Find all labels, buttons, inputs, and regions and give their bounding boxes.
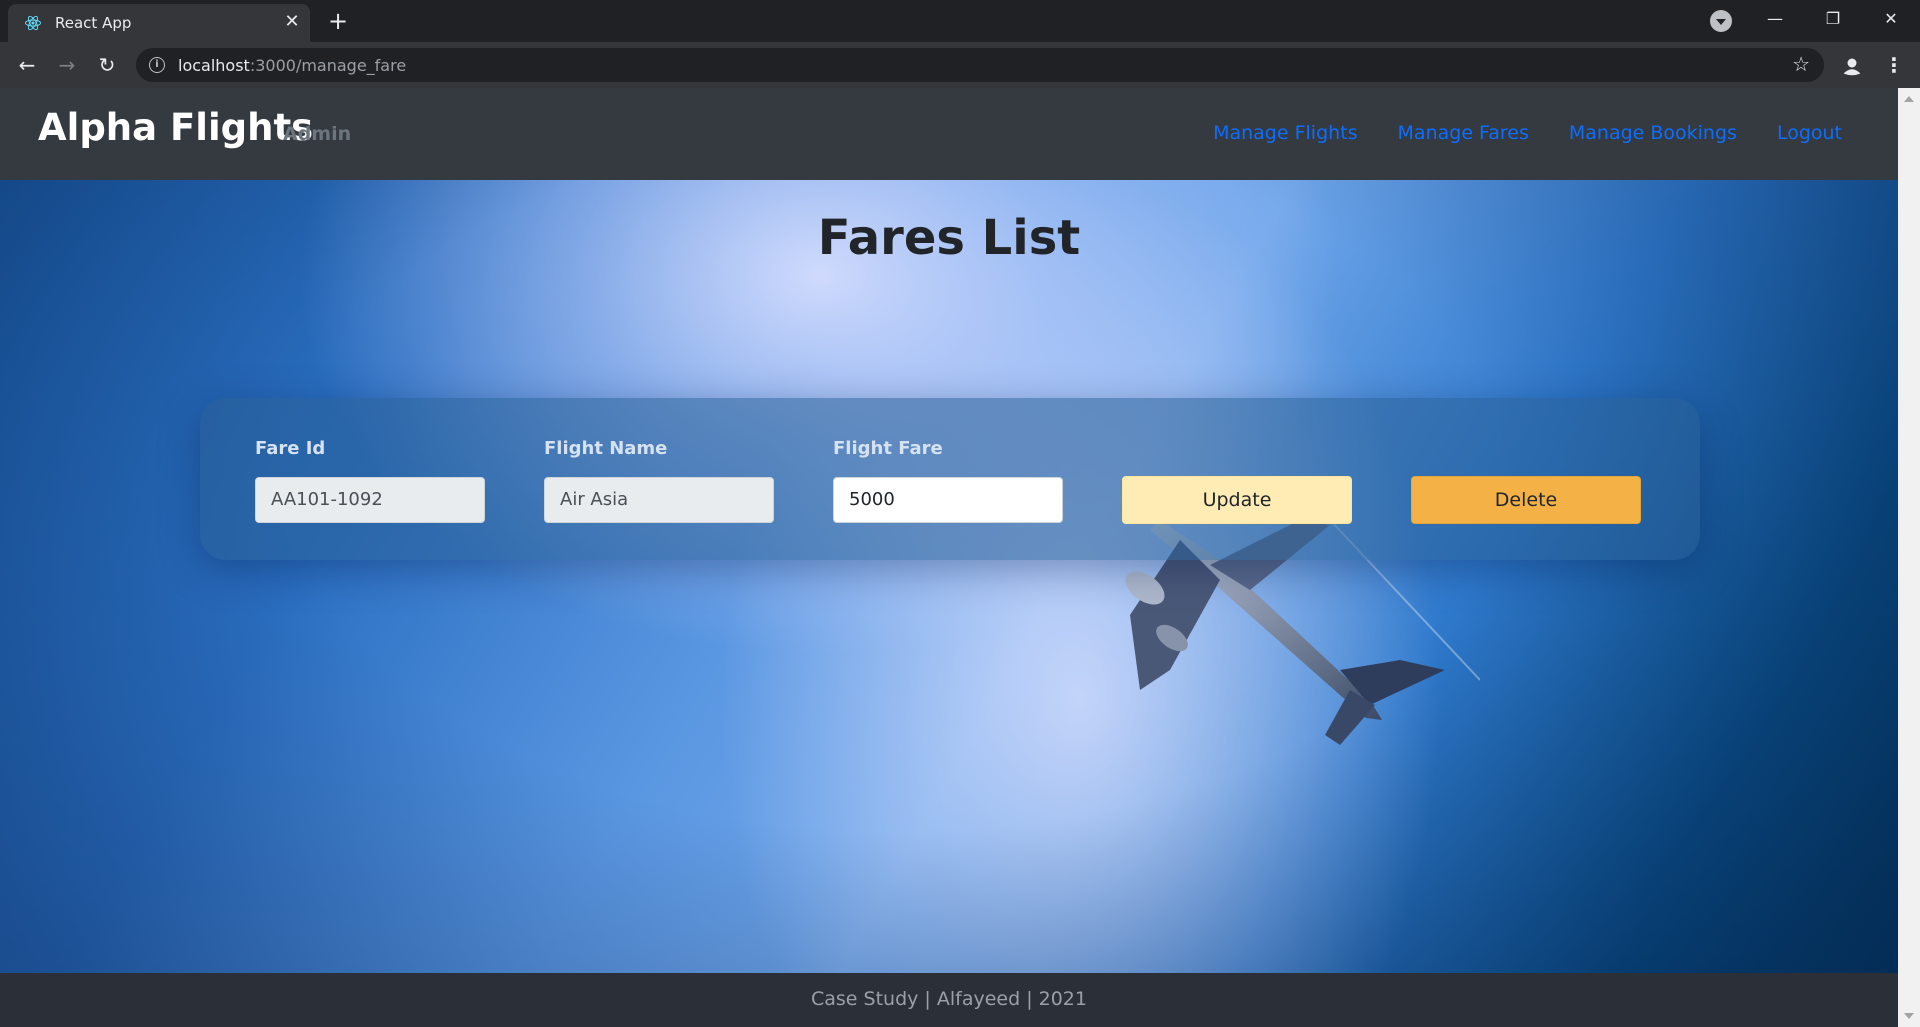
scroll-down-icon[interactable] [1904,1013,1914,1019]
flight-fare-input[interactable]: 5000 [833,477,1063,523]
browser-tabstrip: React App ✕ + — ❐ ✕ [0,0,1920,42]
nav-link-logout[interactable]: Logout [1777,122,1842,144]
tab-title: React App [55,14,132,32]
app-navbar: Alpha Flights Admin Manage Flights Manag… [0,88,1898,180]
vertical-scrollbar[interactable] [1898,88,1920,1027]
fare-row-card: Fare Id AA101-1092 Flight Name Air Asia … [200,398,1700,560]
flight-name-label: Flight Name [544,438,668,459]
arrow-left-icon[interactable]: ← [13,51,41,79]
flight-name-input[interactable]: Air Asia [544,477,774,523]
page-title: Fares List [817,210,1081,266]
footer-text: Case Study | Alfayeed | 2021 [810,988,1087,1010]
background-shade [0,180,1898,973]
star-icon[interactable]: ☆ [1792,52,1810,76]
nav-link-manage-fares[interactable]: Manage Fares [1398,122,1529,144]
restore-icon[interactable]: ❐ [1810,4,1856,34]
nav-link-manage-bookings[interactable]: Manage Bookings [1569,122,1737,144]
hero-background: Fares List Fare Id AA101-1092 Flight Nam… [0,180,1898,973]
close-icon[interactable]: ✕ [282,12,302,32]
brand-title[interactable]: Alpha Flights [38,106,313,149]
nav-link-manage-flights[interactable]: Manage Flights [1213,122,1357,144]
info-icon[interactable]: i [149,57,165,73]
browser-tab[interactable]: React App ✕ [8,4,310,42]
browser-toolbar: ← → ↻ i localhost:3000/manage_fare ☆ ⋮ [0,42,1920,88]
fare-id-input[interactable]: AA101-1092 [255,477,485,523]
page-footer: Case Study | Alfayeed | 2021 [0,973,1898,1027]
scroll-up-icon[interactable] [1904,96,1914,102]
kebab-menu-icon[interactable]: ⋮ [1882,51,1906,79]
delete-button[interactable]: Delete [1411,476,1641,524]
url-text[interactable]: localhost:3000/manage_fare [178,56,406,75]
address-bar[interactable]: i localhost:3000/manage_fare ☆ [136,48,1824,82]
flight-fare-label: Flight Fare [833,438,943,459]
react-icon [25,15,41,31]
reload-icon[interactable]: ↻ [93,51,121,79]
update-button[interactable]: Update [1122,476,1352,524]
minimize-icon[interactable]: — [1752,4,1798,34]
page-viewport: Alpha Flights Admin Manage Flights Manag… [0,88,1920,1027]
window-close-icon[interactable]: ✕ [1868,4,1914,34]
arrow-right-icon[interactable]: → [53,51,81,79]
nav-links: Manage Flights Manage Fares Manage Booki… [1213,122,1842,144]
tab-search-icon[interactable] [1710,10,1732,32]
fare-id-label: Fare Id [255,438,326,459]
plus-icon[interactable]: + [324,8,352,36]
person-icon[interactable] [1838,52,1866,80]
brand-subtitle: Admin [283,123,352,145]
